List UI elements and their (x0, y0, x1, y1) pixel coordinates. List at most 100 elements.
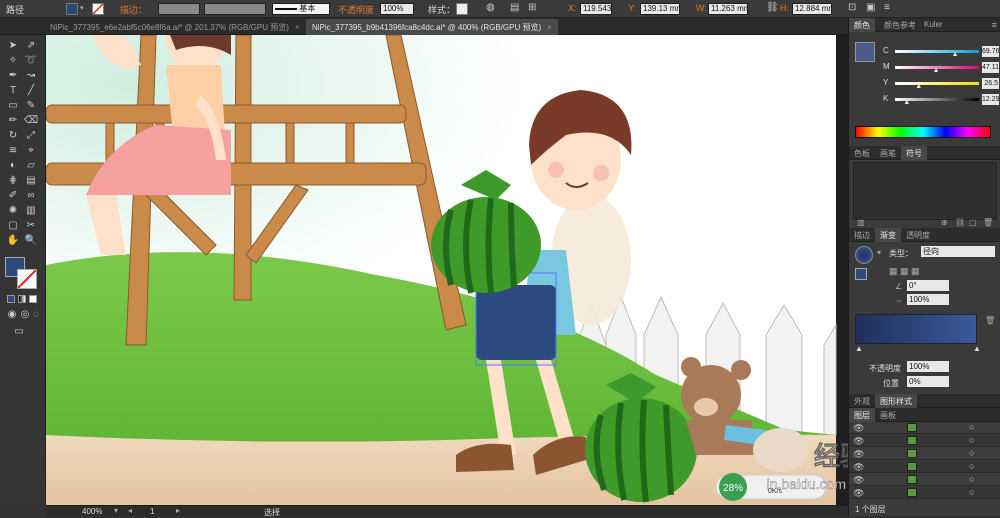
tab-gradient[interactable]: 渐变 (875, 228, 901, 242)
draw-normal-icon[interactable]: ◉ (5, 308, 19, 322)
break-link-icon[interactable]: ⛓ (955, 218, 965, 227)
recolor-icon[interactable]: ◍ (486, 2, 495, 13)
tab-artboards[interactable]: 画板 (875, 408, 901, 422)
type-tool-icon[interactable]: T (6, 84, 20, 98)
perspective-icon[interactable]: ▱ (24, 159, 38, 173)
align-icon[interactable]: ▤ (510, 2, 519, 13)
stroke-gradient-icon[interactable]: ▦ ▦ ▦ (889, 266, 920, 277)
aspect-ratio-field[interactable]: 100% (907, 294, 949, 305)
pencil-icon[interactable]: ✏ (6, 114, 20, 128)
symbols-area[interactable] (853, 162, 997, 220)
delete-icon[interactable]: 🗑 (983, 218, 993, 227)
stroke-weight-field[interactable] (158, 3, 200, 15)
lasso-icon[interactable]: ➰ (24, 54, 38, 68)
layer-row[interactable]: 👁 ○ (849, 487, 1000, 499)
zoom-level[interactable]: 400% (82, 507, 102, 516)
close-icon[interactable]: × (295, 23, 300, 32)
target-icon[interactable]: ○ (969, 487, 974, 497)
transform-icon[interactable]: ⊞ (528, 2, 536, 13)
draw-inside-icon[interactable]: ◌ (29, 308, 43, 322)
pen-tool-icon[interactable]: ✒ (6, 69, 20, 83)
gradient-icon[interactable]: ▤ (24, 174, 38, 188)
graphic-style-swatch[interactable] (456, 3, 468, 15)
eyedropper-icon[interactable]: ✐ (6, 189, 20, 203)
fill-swatch[interactable] (66, 3, 78, 15)
stroke-label[interactable]: 描边： (120, 3, 147, 16)
layer-row[interactable]: 👁 ○ (849, 448, 1000, 460)
target-icon[interactable]: ○ (969, 461, 974, 471)
blend-icon[interactable]: ∞ (24, 189, 38, 203)
mesh-icon[interactable]: ⋕ (6, 174, 20, 188)
tab-document-2[interactable]: NiPic_377395_b9b41396fca8c4dc.ai* @ 400%… (306, 19, 558, 35)
channel-value[interactable]: 26.5 (982, 78, 999, 89)
symbol-library-icon[interactable]: ▥ (857, 218, 865, 227)
gradient-preview[interactable] (855, 246, 873, 264)
target-icon[interactable]: ○ (969, 474, 974, 484)
visibility-icon[interactable]: 👁 (853, 488, 864, 499)
tab-color[interactable]: 颜色 (849, 18, 875, 32)
layer-row[interactable]: 👁 ○ (849, 435, 1000, 447)
gradient-stop-right[interactable]: ▲ (973, 344, 981, 353)
chevron-down-icon[interactable]: ▾ (80, 4, 84, 12)
tab-brushes[interactable]: 画笔 (875, 146, 901, 160)
scale-icon[interactable]: ⤢ (24, 129, 38, 143)
panel-menu-icon[interactable]: ≡ (884, 2, 890, 13)
slider-thumb[interactable]: ▲ (933, 67, 940, 74)
artboard-number[interactable]: 1 (150, 507, 154, 516)
visibility-icon[interactable]: 👁 (853, 436, 864, 447)
tab-graphic-styles[interactable]: 图形样式 (875, 394, 917, 408)
previous-artboard-icon[interactable]: ◂ (128, 506, 132, 515)
gradient-mode-button[interactable] (18, 295, 26, 303)
panel-menu-icon[interactable]: ≡ (992, 20, 997, 30)
paintbrush-icon[interactable]: ✎ (24, 99, 38, 113)
artboard-canvas[interactable]: 28% 0K/s 经验 in.baidu.com (46, 35, 848, 505)
slider-thumb[interactable]: ▲ (915, 83, 922, 90)
zoom-icon[interactable]: 🔍 (24, 234, 38, 248)
layer-row[interactable]: 👁 ○ (849, 422, 1000, 434)
layer-row[interactable]: 👁 ○ (849, 461, 1000, 473)
shape-builder-icon[interactable]: ◐ (6, 159, 20, 173)
channel-value[interactable]: 47.11 (982, 62, 999, 73)
gradient-slider[interactable] (855, 314, 977, 344)
variable-width-field[interactable] (204, 3, 266, 15)
tab-swatches[interactable]: 色板 (849, 146, 875, 160)
opacity-field[interactable]: 100% (380, 3, 414, 15)
rotate-icon[interactable]: ↻ (6, 129, 20, 143)
stroke-swatch[interactable] (92, 3, 104, 15)
place-symbol-icon[interactable]: ⊕ (941, 218, 948, 227)
none-mode-button[interactable] (29, 295, 37, 303)
link-icon[interactable]: ⛓ (766, 2, 779, 13)
x-field[interactable]: 119.543 (580, 3, 612, 15)
stroke-color-box[interactable] (17, 269, 37, 289)
height-field[interactable]: 12.884 mm (792, 3, 832, 15)
eraser-icon[interactable]: ⌫ (24, 114, 38, 128)
tab-color-guide[interactable]: 颜色参考 (879, 18, 921, 32)
graph-icon[interactable]: ▥ (24, 204, 38, 218)
width-field[interactable]: 11.263 mm (708, 3, 748, 15)
width-tool-icon[interactable]: ≋ (6, 144, 20, 158)
opacity-label[interactable]: 不透明度 (338, 3, 374, 16)
symbol-sprayer-icon[interactable]: ✺ (6, 204, 20, 218)
tab-symbols[interactable]: 符号 (901, 146, 927, 160)
tab-document-1[interactable]: NiPic_377395_e6e2abf5c06e8f6a.ai* @ 201.… (44, 19, 306, 35)
selection-tool-icon[interactable]: ➤ (6, 39, 20, 53)
tab-layers[interactable]: 图层 (849, 408, 875, 422)
tab-stroke[interactable]: 描边 (849, 228, 875, 242)
channel-value[interactable]: 12.29 (982, 94, 999, 105)
channel-value[interactable]: 69.76 (982, 46, 999, 57)
gradient-stop-left[interactable]: ▲ (855, 344, 863, 353)
tab-kuler[interactable]: Kuler (919, 18, 948, 32)
curvature-icon[interactable]: ↝ (24, 69, 38, 83)
rectangle-tool-icon[interactable]: ▭ (6, 99, 20, 113)
tab-appearance[interactable]: 外观 (849, 394, 875, 408)
magic-wand-icon[interactable]: ✧ (6, 54, 20, 68)
next-artboard-icon[interactable]: ▸ (176, 506, 180, 515)
visibility-icon[interactable]: 👁 (853, 449, 864, 460)
new-symbol-icon[interactable]: ▢ (969, 218, 977, 227)
tab-transparency[interactable]: 透明度 (901, 228, 935, 242)
gradient-type-select[interactable]: 径向 (921, 246, 995, 257)
close-icon[interactable]: × (547, 23, 552, 32)
slider-thumb[interactable]: ▲ (903, 99, 910, 106)
layer-row[interactable]: 👁 ○ (849, 474, 1000, 486)
stop-position-field[interactable]: 0% (907, 376, 949, 387)
